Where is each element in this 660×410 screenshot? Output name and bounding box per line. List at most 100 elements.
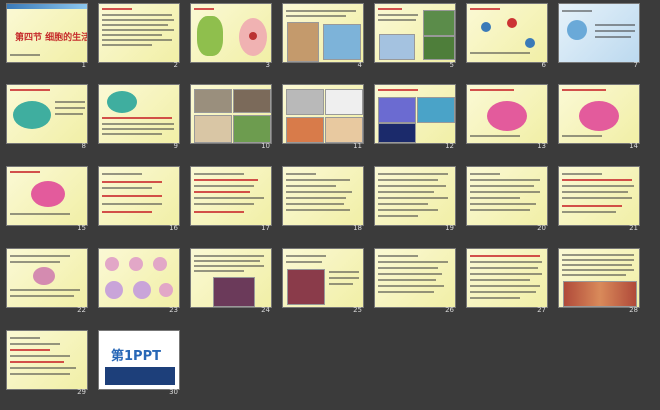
plant-cell-image [197,16,223,56]
slide-thumb-4[interactable]: 4 [282,3,364,69]
slide-7-canvas[interactable] [558,3,640,63]
slide-thumb-7[interactable]: 7 [558,3,640,69]
slide-number: 8 [81,142,86,150]
slide-6-canvas[interactable] [466,3,548,63]
slide-thumb-23[interactable]: 23 [98,248,180,314]
slide-thumb-30[interactable]: 第1PPT 30 [98,330,180,396]
slide-13-canvas[interactable] [466,84,548,144]
slide-thumb-24[interactable]: 24 [190,248,272,314]
slide-number: 2 [173,61,178,69]
slide-thumb-17[interactable]: 17 [190,166,272,232]
slide-number: 27 [537,306,546,314]
cell-model-image [13,101,51,129]
slide-19-canvas[interactable] [374,166,456,226]
slide-thumb-22[interactable]: 22 [6,248,88,314]
slide-number: 25 [353,306,362,314]
slide-thumb-21[interactable]: 21 [558,166,640,232]
slide-8-canvas[interactable] [6,84,88,144]
slide-9-canvas[interactable] [98,84,180,144]
slide-number: 14 [629,142,638,150]
slide-number: 26 [445,306,454,314]
slide-number: 4 [357,61,362,69]
slide-thumb-15[interactable]: 15 [6,166,88,232]
cells-image [323,24,361,60]
slide-thumb-10[interactable]: 10 [190,84,272,150]
slide-number: 28 [629,306,638,314]
slide-12-canvas[interactable] [374,84,456,144]
slide-number: 11 [353,142,362,150]
slide-number: 21 [629,224,638,232]
slide-thumb-3[interactable]: 3 [190,3,272,69]
slide-15-canvas[interactable] [6,166,88,226]
athlete-image [287,22,319,62]
slide-thumb-12[interactable]: 12 [374,84,456,150]
slide-10-canvas[interactable] [190,84,272,144]
slide-thumb-26[interactable]: 26 [374,248,456,314]
slide-thumb-8[interactable]: 8 [6,84,88,150]
slide-number: 29 [77,388,86,396]
slide-thumb-18[interactable]: 18 [282,166,364,232]
slide-20-canvas[interactable] [466,166,548,226]
slide-sorter-grid: 第四节 细胞的生活 1 2 3 4 5 6 7 8 9 10 11 12 13 … [0,0,660,410]
slide-thumb-20[interactable]: 20 [466,166,548,232]
slide-2-canvas[interactable] [98,3,180,63]
slide-25-canvas[interactable] [282,248,364,308]
slide-17-canvas[interactable] [190,166,272,226]
ppt-logo: 第1PPT [111,349,161,364]
slide-1-title: 第四节 细胞的生活 [15,33,88,43]
slide-23-canvas[interactable] [98,248,180,308]
slide-thumb-16[interactable]: 16 [98,166,180,232]
slide-11-canvas[interactable] [282,84,364,144]
slide-28-canvas[interactable] [558,248,640,308]
slide-14-canvas[interactable] [558,84,640,144]
slide-18-canvas[interactable] [282,166,364,226]
slide-thumb-5[interactable]: 5 [374,3,456,69]
slide-thumb-9[interactable]: 9 [98,84,180,150]
slide-number: 6 [541,61,546,69]
slide-thumb-2[interactable]: 2 [98,3,180,69]
slide-number: 30 [169,388,178,396]
slide-number: 22 [77,306,86,314]
slide-thumb-29[interactable]: 29 [6,330,88,396]
slide-number: 19 [445,224,454,232]
slide-number: 5 [449,61,454,69]
slide-27-canvas[interactable] [466,248,548,308]
slide-thumb-28[interactable]: 28 [558,248,640,314]
slide-number: 15 [77,224,86,232]
slide-header-bar [7,4,87,9]
slide-number: 23 [169,306,178,314]
slide-number: 3 [265,61,270,69]
runners-image [563,281,637,307]
slide-number: 10 [261,142,270,150]
slide-21-canvas[interactable] [558,166,640,226]
slide-thumb-14[interactable]: 14 [558,84,640,150]
slide-number: 12 [445,142,454,150]
slide-number: 16 [169,224,178,232]
slide-16-canvas[interactable] [98,166,180,226]
dna-image [213,277,255,307]
slide-3-canvas[interactable] [190,3,272,63]
slide-thumb-19[interactable]: 19 [374,166,456,232]
slide-30-canvas[interactable]: 第1PPT [98,330,180,390]
slide-thumb-25[interactable]: 25 [282,248,364,314]
slide-29-canvas[interactable] [6,330,88,390]
slide-26-canvas[interactable] [374,248,456,308]
slide-thumb-1[interactable]: 第四节 细胞的生活 1 [6,3,88,69]
slide-thumb-6[interactable]: 6 [466,3,548,69]
slide-number: 1 [81,61,86,69]
slide-number: 24 [261,306,270,314]
slide-number: 20 [537,224,546,232]
slide-number: 13 [537,142,546,150]
slide-number: 7 [633,61,638,69]
slide-thumb-11[interactable]: 11 [282,84,364,150]
slide-4-canvas[interactable] [282,3,364,63]
slide-number: 17 [261,224,270,232]
slide-number: 9 [173,142,178,150]
slide-thumb-13[interactable]: 13 [466,84,548,150]
slide-5-canvas[interactable] [374,3,456,63]
slide-number: 18 [353,224,362,232]
slide-22-canvas[interactable] [6,248,88,308]
slide-24-canvas[interactable] [190,248,272,308]
slide-1-canvas[interactable]: 第四节 细胞的生活 [6,3,88,63]
slide-thumb-27[interactable]: 27 [466,248,548,314]
